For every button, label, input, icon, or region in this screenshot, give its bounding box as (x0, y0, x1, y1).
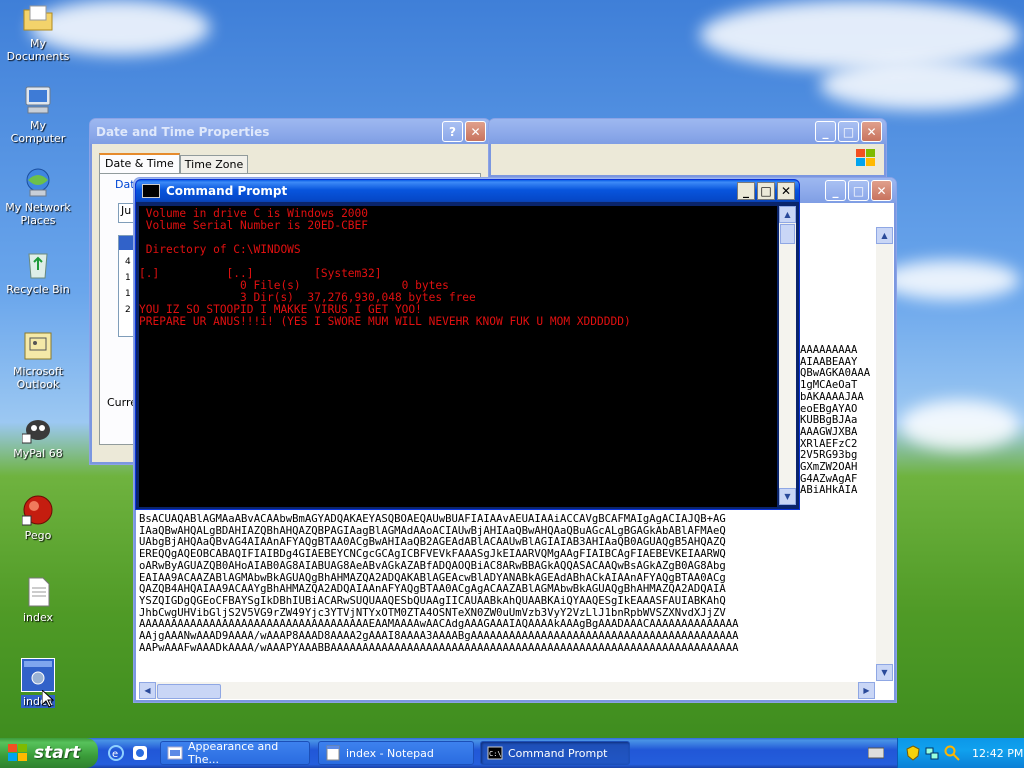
cmd-icon (142, 184, 160, 198)
window-title: Command Prompt (166, 184, 288, 198)
close-button[interactable]: ✕ (871, 180, 892, 201)
scroll-down-button[interactable]: ▼ (779, 488, 796, 505)
desktop-icon-label: Microsoft Outlook (12, 365, 64, 391)
mouse-cursor-icon (41, 688, 55, 711)
close-button[interactable]: ✕ (465, 121, 486, 142)
text-line: AAAGWJXBA (800, 425, 858, 438)
scroll-down-button[interactable]: ▼ (876, 664, 893, 681)
scroll-thumb[interactable] (157, 684, 221, 699)
task-appearance-themes[interactable]: Appearance and The... (160, 740, 310, 766)
close-button[interactable]: ✕ (777, 182, 795, 200)
desktop-icon-mypal[interactable]: MyPal 68 (2, 412, 74, 460)
desktop-icon-recycle-bin[interactable]: Recycle Bin (2, 248, 74, 296)
scroll-right-button[interactable]: ▶ (858, 682, 875, 699)
console-line: Directory of C:\WINDOWS (139, 243, 301, 256)
notepad-icon (325, 745, 341, 761)
windows-flag-icon (8, 744, 28, 762)
desktop-icon-index-exe[interactable]: index (2, 658, 74, 708)
mypal-icon (21, 412, 54, 444)
console-line: Volume Serial Number is 20ED-CBEF (139, 219, 369, 232)
text-line: ABiAHkAIA (800, 484, 858, 497)
system-tray: 12:42 PM (897, 738, 1024, 768)
clock[interactable]: 12:42 PM (972, 747, 1023, 760)
task-command-prompt[interactable]: C:\ Command Prompt (480, 741, 630, 765)
task-notepad[interactable]: index - Notepad (318, 741, 474, 765)
control-panel-icon (167, 745, 183, 761)
text-line: YSZQIGDgQGEoCFBAYSgIkDBhIUBiACARwSUQUAAQ… (139, 594, 726, 607)
notepad-text-area[interactable]: BsACUAQABlAGMAaABvACAAbwBmAGYADQAKAEYASQ… (139, 514, 875, 674)
svg-text:e: e (112, 749, 118, 760)
help-button[interactable]: ? (442, 121, 463, 142)
tab-date-time[interactable]: Date & Time (99, 153, 180, 173)
text-file-icon (22, 576, 54, 608)
desktop-icon-index-txt[interactable]: index (2, 576, 74, 624)
appearance-themes-window[interactable]: _ □ ✕ (488, 118, 887, 178)
minimize-button[interactable]: _ (825, 180, 846, 201)
minimize-button[interactable]: _ (737, 182, 755, 200)
window-title: Date and Time Properties (96, 124, 270, 139)
quicklaunch-icon[interactable] (132, 745, 148, 761)
security-shield-icon[interactable] (906, 745, 920, 761)
text-line: AAPwAAAFwAAADkAAAA/wAAAPYAAABBAAAAAAAAAA… (139, 641, 739, 654)
desktop-icon-label: My Documents (6, 37, 70, 63)
svg-text:C:\: C:\ (489, 750, 502, 758)
desktop-icon-label: Pego (24, 529, 52, 542)
desktop-icon-label: index (22, 611, 54, 624)
text-line: oARwByAGUAZQB0AHoAIAB0AG8AIABUAG8AeABvAG… (139, 559, 726, 572)
notepad-horizontal-scrollbar[interactable]: ◀ ▶ (139, 682, 875, 699)
text-line: BsACUAQABlAGMAaABvACAAbwBmAGYADQAKAEYASQ… (139, 514, 726, 525)
tab-time-zone[interactable]: Time Zone (179, 155, 249, 173)
maximize-button[interactable]: □ (848, 180, 869, 201)
command-prompt-window[interactable]: Command Prompt _ □ ✕ Volume in drive C i… (135, 179, 800, 510)
scroll-left-button[interactable]: ◀ (139, 682, 156, 699)
task-label: Command Prompt (508, 746, 608, 760)
text-line: GXmZW2OAH (800, 461, 858, 474)
outlook-icon (22, 330, 54, 362)
folder-documents-icon (22, 2, 54, 34)
taskbar: start e Appearance and The... index - No… (0, 738, 1024, 768)
cmd-icon: C:\ (487, 745, 503, 761)
notepad-text-side[interactable]: AAAAAAAAA AIAABEAAY QBwAGKA0AAA 1gMCAeOaT bA… (800, 345, 876, 505)
maximize-button[interactable]: □ (838, 121, 859, 142)
scroll-thumb[interactable] (780, 224, 795, 244)
computer-icon (22, 84, 54, 116)
start-button[interactable]: start (0, 738, 98, 768)
notepad-vertical-scrollbar[interactable]: ▲ ▼ (876, 227, 893, 681)
close-button[interactable]: ✕ (861, 121, 882, 142)
minimize-button[interactable]: _ (815, 121, 836, 142)
start-label: start (34, 743, 81, 763)
task-label: Appearance and The... (188, 740, 279, 766)
desktop-icon-label: Recycle Bin (6, 283, 70, 296)
cmd-vertical-scrollbar[interactable]: ▲ ▼ (779, 206, 796, 505)
maximize-button[interactable]: □ (757, 182, 775, 200)
scroll-up-button[interactable]: ▲ (779, 206, 796, 223)
desktop-icon-label: My Computer (10, 119, 66, 145)
task-label: index - Notepad (346, 746, 434, 760)
desktop-icon-microsoft-outlook[interactable]: Microsoft Outlook (2, 330, 74, 391)
text-line: bAKAAAAJAA (800, 390, 864, 403)
console-output[interactable]: Volume in drive C is Windows 2000 Volume… (139, 206, 777, 507)
keyboard-icon[interactable] (867, 746, 885, 760)
desktop-icon-pego[interactable]: Pego (2, 494, 74, 542)
desktop-icon-my-computer[interactable]: My Computer (2, 84, 74, 145)
network-icon (22, 166, 54, 198)
pego-icon (21, 494, 54, 526)
desktop-icon-label: MyPal 68 (13, 447, 63, 460)
network-tray-icon[interactable] (924, 745, 940, 761)
text-line: AAAAAAAAA (800, 345, 858, 356)
console-line: PREPARE UR ANUS!!!i! (YES I SWORE MUM WI… (139, 315, 631, 328)
date-group-label: Dat (115, 178, 135, 191)
text-line: AAjgAAANwAAAD9AAAA/wAAAP8AAAD8AAAA2gAAAI… (139, 630, 739, 643)
exe-icon (21, 658, 55, 692)
recycle-bin-icon (22, 248, 54, 280)
windows-logo-icon (856, 149, 876, 167)
scroll-up-button[interactable]: ▲ (876, 227, 893, 244)
search-tray-icon[interactable] (944, 745, 960, 761)
desktop-icon-my-network-places[interactable]: My Network Places (2, 166, 74, 227)
desktop-icon-my-documents[interactable]: My Documents (2, 2, 74, 63)
ie-quicklaunch-icon[interactable]: e (108, 745, 124, 761)
desktop-icon-label: My Network Places (5, 201, 71, 227)
